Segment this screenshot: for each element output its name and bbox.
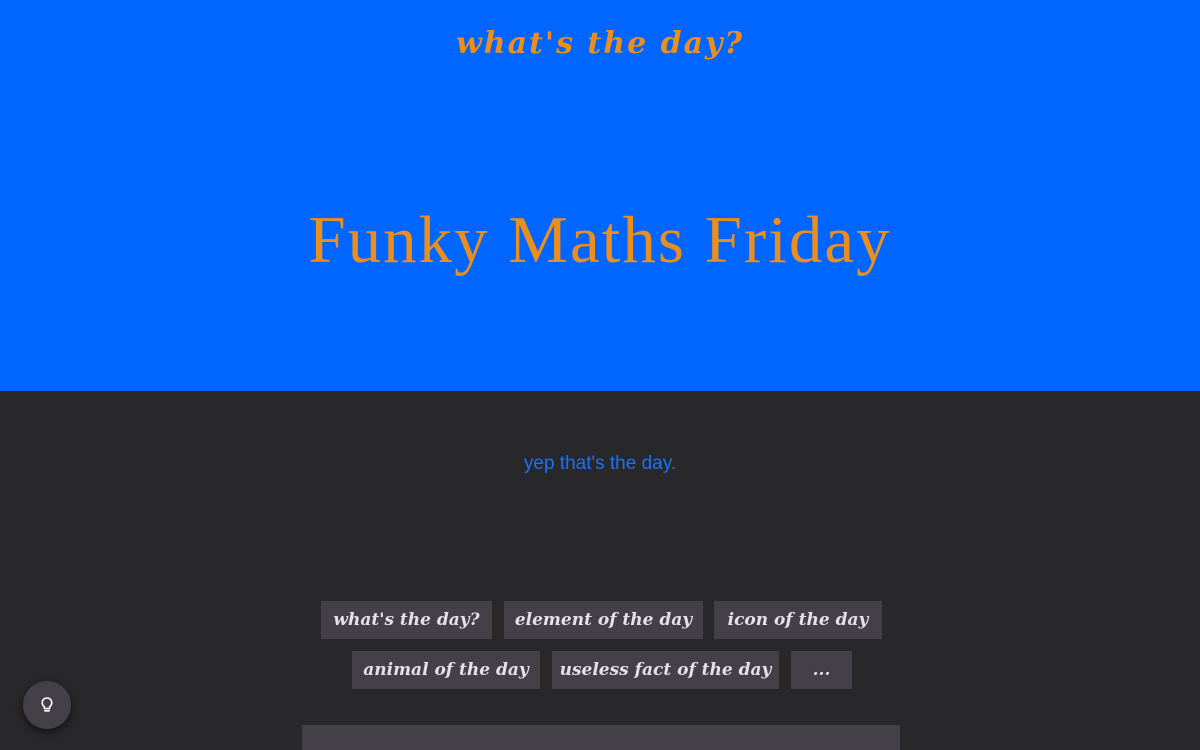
day-name-heading: Funky Maths Friday [308,203,892,277]
nav-button-icon-of-the-day[interactable]: icon of the day [714,601,882,639]
content-area [0,391,1200,750]
confirmation-text: yep that's the day. [523,453,677,474]
lightbulb-icon [41,697,53,712]
site-title[interactable]: what's the day? [0,22,1200,66]
hero-banner: what's the day? Funky Maths Friday [0,0,1200,391]
nav-row-2: animal of the day useless fact of the da… [0,651,1200,689]
nav-button-element-of-the-day[interactable]: element of the day [504,601,703,639]
nav-button-more[interactable]: ... [791,651,852,689]
nav-button-animal-of-the-day[interactable]: animal of the day [352,651,540,689]
nav-button-whats-the-day[interactable]: what's the day? [321,601,492,639]
content-panel [302,725,900,750]
theme-toggle-button[interactable] [23,681,71,729]
nav-row-1: what's the day? element of the day icon … [0,601,1200,639]
nav-button-useless-fact-of-the-day[interactable]: useless fact of the day [552,651,779,689]
